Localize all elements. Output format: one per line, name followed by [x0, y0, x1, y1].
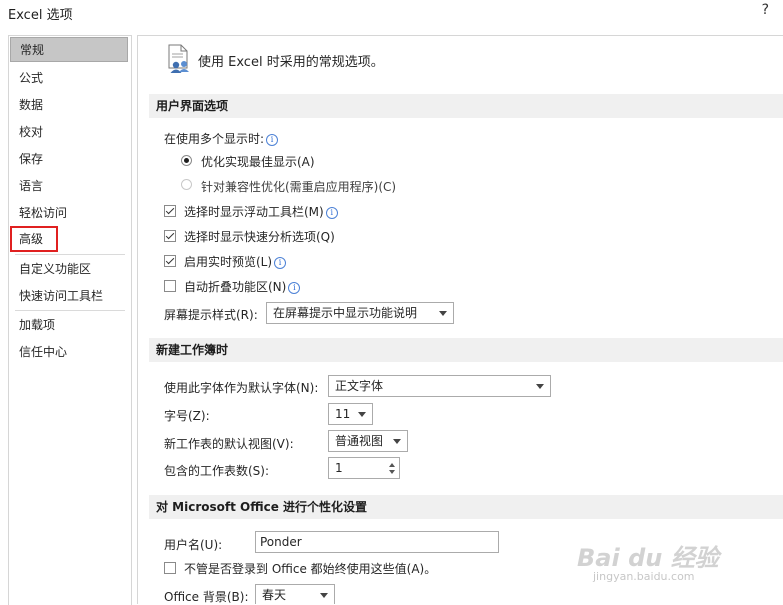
screentip-style-label: 屏幕提示样式(R):	[164, 308, 258, 322]
font-size-value: 11	[335, 407, 351, 421]
checkbox-always-use-values[interactable]	[164, 562, 176, 574]
checkbox-live-preview[interactable]	[164, 255, 176, 267]
sheet-count-value: 1	[335, 461, 343, 475]
sidebar-item-customize-ribbon[interactable]: 自定义功能区	[10, 257, 128, 281]
sidebar-item-data[interactable]: 数据	[10, 93, 128, 117]
default-font-dropdown[interactable]: 正文字体	[328, 375, 551, 397]
section-user-interface: 用户界面选项	[149, 94, 783, 118]
options-content: 使用 Excel 时采用的常规选项。 用户界面选项 在使用多个显示时: i 优化实…	[137, 35, 783, 604]
sidebar-divider	[15, 254, 125, 255]
radio-compatibility[interactable]	[181, 179, 192, 190]
chevron-down-icon	[358, 412, 366, 417]
section-new-workbook: 新建工作簿时	[149, 338, 783, 362]
default-view-value: 普通视图	[335, 434, 384, 448]
checkbox-quick-analysis-label[interactable]: 选择时显示快速分析选项(Q)	[184, 228, 335, 245]
chevron-down-icon	[439, 311, 447, 316]
font-size-dropdown[interactable]: 11	[328, 403, 373, 425]
radio-optimize-display[interactable]	[181, 155, 192, 166]
default-font-label: 使用此字体作为默认字体(N):	[164, 381, 319, 395]
sidebar-item-proofing[interactable]: 校对	[10, 120, 128, 144]
screentip-style-dropdown[interactable]: 在屏幕提示中显示功能说明	[266, 302, 454, 324]
default-font-value: 正文字体	[335, 379, 384, 393]
checkbox-quick-analysis[interactable]	[164, 230, 176, 242]
username-input[interactable]: Ponder	[255, 531, 499, 553]
username-label: 用户名(U):	[164, 538, 223, 552]
sheet-count-label: 包含的工作表数(S):	[164, 464, 270, 478]
help-button[interactable]: ?	[762, 2, 769, 18]
multi-display-label: 在使用多个显示时: i	[164, 130, 279, 147]
screentip-style-value: 在屏幕提示中显示功能说明	[273, 306, 418, 320]
chevron-down-icon	[536, 384, 544, 389]
sidebar-item-accessibility[interactable]: 轻松访问	[10, 201, 128, 225]
sidebar-item-general[interactable]: 常规	[10, 37, 128, 62]
default-view-dropdown[interactable]: 普通视图	[328, 430, 408, 452]
general-options-icon	[168, 44, 189, 73]
radio-compatibility-label[interactable]: 针对兼容性优化(需重启应用程序)(C)	[201, 178, 396, 195]
info-icon: i	[288, 282, 301, 294]
checkbox-collapse-ribbon-label[interactable]: 自动折叠功能区(N) i	[184, 278, 301, 295]
sidebar-item-advanced[interactable]: 高级	[10, 226, 58, 252]
sidebar-item-trust-center[interactable]: 信任中心	[10, 340, 128, 364]
office-background-label: Office 背景(B):	[164, 590, 249, 604]
info-icon: i	[266, 134, 279, 146]
office-background-value: 春天	[262, 588, 287, 602]
sidebar-item-formulas[interactable]: 公式	[10, 66, 128, 90]
info-icon: i	[274, 257, 287, 269]
checkbox-live-preview-label[interactable]: 启用实时预览(L) i	[184, 253, 287, 270]
spin-up-icon[interactable]	[389, 463, 395, 467]
sidebar-divider	[15, 310, 125, 311]
radio-optimize-display-label[interactable]: 优化实现最佳显示(A)	[201, 153, 315, 170]
chevron-down-icon	[393, 439, 401, 444]
sidebar-item-language[interactable]: 语言	[10, 174, 128, 198]
spin-down-icon[interactable]	[389, 470, 395, 474]
checkbox-mini-toolbar-label[interactable]: 选择时显示浮动工具栏(M) i	[184, 203, 338, 220]
title-bar: Excel 选项 ?	[0, 0, 783, 30]
sidebar: 常规 公式 数据 校对 保存 语言 轻松访问 高级 自定义功能区 快速访问工具栏…	[8, 35, 132, 605]
section-personalize: 对 Microsoft Office 进行个性化设置	[149, 495, 783, 519]
watermark-main: Bai du 经验	[577, 544, 719, 572]
baidu-jingyan-watermark: Bai du 经验 jingyan.baidu.com	[573, 538, 743, 588]
watermark-sub: jingyan.baidu.com	[593, 570, 695, 583]
intro-text: 使用 Excel 时采用的常规选项。	[198, 55, 384, 70]
sheet-count-spinner[interactable]: 1	[328, 457, 400, 479]
office-background-dropdown[interactable]: 春天	[255, 584, 335, 604]
sidebar-item-quick-access-toolbar[interactable]: 快速访问工具栏	[10, 284, 128, 308]
checkbox-always-use-values-label[interactable]: 不管是否登录到 Office 都始终使用这些值(A)。	[184, 560, 436, 577]
checkbox-collapse-ribbon[interactable]	[164, 280, 176, 292]
font-size-label: 字号(Z):	[164, 409, 210, 423]
sidebar-item-addins[interactable]: 加载项	[10, 313, 128, 337]
info-icon: i	[325, 207, 338, 219]
checkbox-mini-toolbar[interactable]	[164, 205, 176, 217]
window-title: Excel 选项	[8, 8, 73, 23]
chevron-down-icon	[320, 593, 328, 598]
default-view-label: 新工作表的默认视图(V):	[164, 437, 294, 451]
sidebar-item-save[interactable]: 保存	[10, 147, 128, 171]
